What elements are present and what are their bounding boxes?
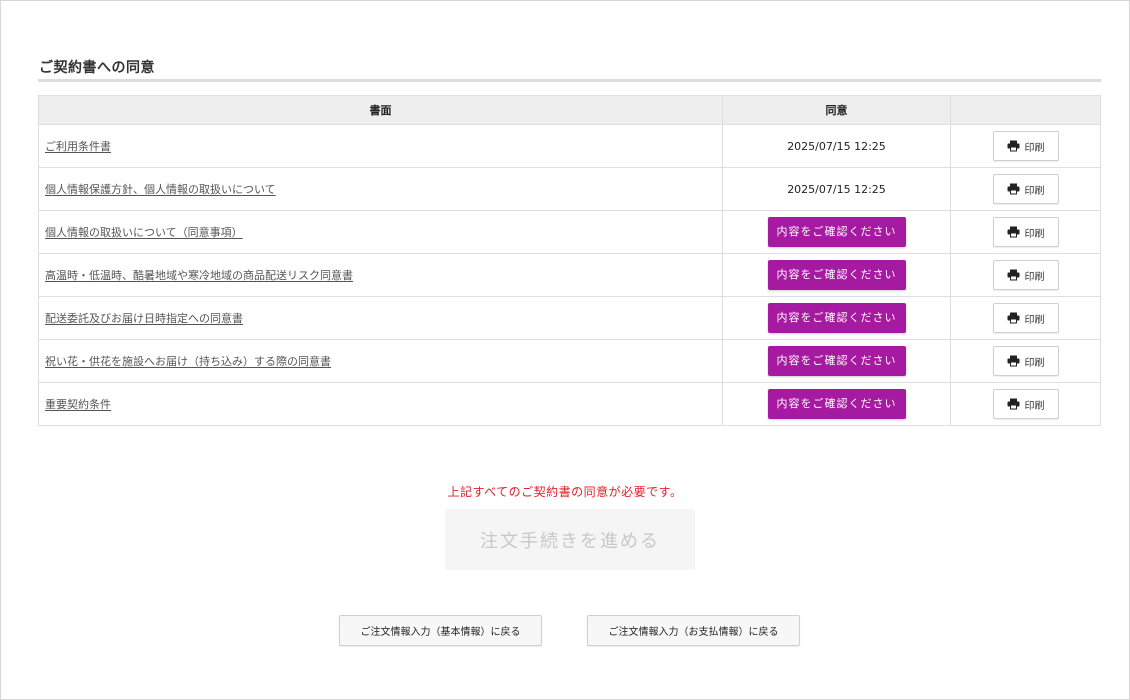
table-header-row: 書面 同意 [38, 95, 1101, 125]
print-label: 印刷 [1024, 357, 1045, 369]
print-button[interactable]: 印刷 [992, 389, 1059, 419]
document-cell: 個人情報保護方針、個人情報の取扱いについて [38, 167, 723, 211]
table-row: 高温時・低温時、酷暑地域や寒冷地域の商品配送リスク同意書 内容をご確認ください 印刷 [38, 253, 1101, 297]
agreement-table: 書面 同意 ご利用条件書 2025/07/15 12:25 印刷 個人情報保護方針、個… [38, 95, 1101, 426]
agreement-cell: 内容をご確認ください [722, 210, 951, 254]
print-label: 印刷 [1024, 271, 1045, 283]
document-cell: 個人情報の取扱いについて（同意事項） [38, 210, 723, 254]
print-button[interactable]: 印刷 [992, 131, 1059, 161]
document-link[interactable]: 高温時・低温時、酷暑地域や寒冷地域の商品配送リスク同意書 [45, 269, 353, 282]
print-cell: 印刷 [950, 210, 1101, 254]
agreement-cell: 内容をご確認ください [722, 339, 951, 383]
agreement-cell: 2025/07/15 12:25 [722, 167, 951, 211]
print-cell: 印刷 [950, 253, 1101, 297]
agreement-timestamp: 2025/07/15 12:25 [787, 182, 886, 196]
document-cell: 高温時・低温時、酷暑地域や寒冷地域の商品配送リスク同意書 [38, 253, 723, 297]
proceed-order-button[interactable]: 注文手続きを進める [445, 509, 695, 570]
print-button[interactable]: 印刷 [992, 303, 1059, 333]
print-button[interactable]: 印刷 [992, 346, 1059, 376]
table-row: 個人情報の取扱いについて（同意事項） 内容をご確認ください 印刷 [38, 210, 1101, 254]
printer-icon [1007, 183, 1020, 195]
agreement-cell: 内容をご確認ください [722, 253, 951, 297]
printer-icon [1007, 269, 1020, 281]
document-cell: 祝い花・供花を施設へお届け（持ち込み）する際の同意書 [38, 339, 723, 383]
agreement-cell: 2025/07/15 12:25 [722, 124, 951, 168]
header-print [950, 95, 1101, 125]
agreement-cell: 内容をご確認ください [722, 296, 951, 340]
table-row: 祝い花・供花を施設へお届け（持ち込み）する際の同意書 内容をご確認ください 印刷 [38, 339, 1101, 383]
table-row: ご利用条件書 2025/07/15 12:25 印刷 [38, 124, 1101, 168]
document-link[interactable]: 配送委託及びお届け日時指定への同意書 [45, 312, 243, 325]
print-cell: 印刷 [950, 124, 1101, 168]
printer-icon [1007, 226, 1020, 238]
printer-icon [1007, 312, 1020, 324]
table-row: 重要契約条件 内容をご確認ください 印刷 [38, 382, 1101, 426]
agreement-timestamp: 2025/07/15 12:25 [787, 139, 886, 153]
section-divider [38, 79, 1101, 82]
print-button[interactable]: 印刷 [992, 174, 1059, 204]
document-link[interactable]: 個人情報保護方針、個人情報の取扱いについて [45, 183, 276, 196]
header-agreement: 同意 [722, 95, 951, 125]
document-link[interactable]: 重要契約条件 [45, 398, 111, 411]
print-button[interactable]: 印刷 [992, 217, 1059, 247]
document-link[interactable]: 祝い花・供花を施設へお届け（持ち込み）する際の同意書 [45, 355, 331, 368]
table-row: 配送委託及びお届け日時指定への同意書 内容をご確認ください 印刷 [38, 296, 1101, 340]
document-link[interactable]: 個人情報の取扱いについて（同意事項） [45, 226, 243, 239]
document-link[interactable]: ご利用条件書 [45, 140, 111, 153]
print-label: 印刷 [1024, 400, 1045, 412]
back-to-payment-info-button[interactable]: ご注文情報入力（お支払情報）に戻る [587, 615, 800, 646]
printer-icon [1007, 355, 1020, 367]
confirm-content-button[interactable]: 内容をご確認ください [767, 217, 906, 247]
print-label: 印刷 [1024, 142, 1045, 154]
print-cell: 印刷 [950, 296, 1101, 340]
printer-icon [1007, 398, 1020, 410]
print-label: 印刷 [1024, 228, 1045, 240]
print-cell: 印刷 [950, 382, 1101, 426]
print-button[interactable]: 印刷 [992, 260, 1059, 290]
document-cell: ご利用条件書 [38, 124, 723, 168]
print-cell: 印刷 [950, 167, 1101, 211]
document-cell: 配送委託及びお届け日時指定への同意書 [38, 296, 723, 340]
confirm-content-button[interactable]: 内容をご確認ください [767, 346, 906, 376]
printer-icon [1007, 140, 1020, 152]
header-document: 書面 [38, 95, 723, 125]
back-to-basic-info-button[interactable]: ご注文情報入力（基本情報）に戻る [339, 615, 542, 646]
agreement-required-notice: 上記すべてのご契約書の同意が必要です。 [447, 485, 683, 499]
print-cell: 印刷 [950, 339, 1101, 383]
section-title: ご契約書への同意 [39, 60, 155, 76]
print-label: 印刷 [1024, 185, 1045, 197]
confirm-content-button[interactable]: 内容をご確認ください [767, 260, 906, 290]
confirm-content-button[interactable]: 内容をご確認ください [767, 303, 906, 333]
agreement-cell: 内容をご確認ください [722, 382, 951, 426]
confirm-content-button[interactable]: 内容をご確認ください [767, 389, 906, 419]
table-row: 個人情報保護方針、個人情報の取扱いについて 2025/07/15 12:25 印刷 [38, 167, 1101, 211]
document-cell: 重要契約条件 [38, 382, 723, 426]
print-label: 印刷 [1024, 314, 1045, 326]
